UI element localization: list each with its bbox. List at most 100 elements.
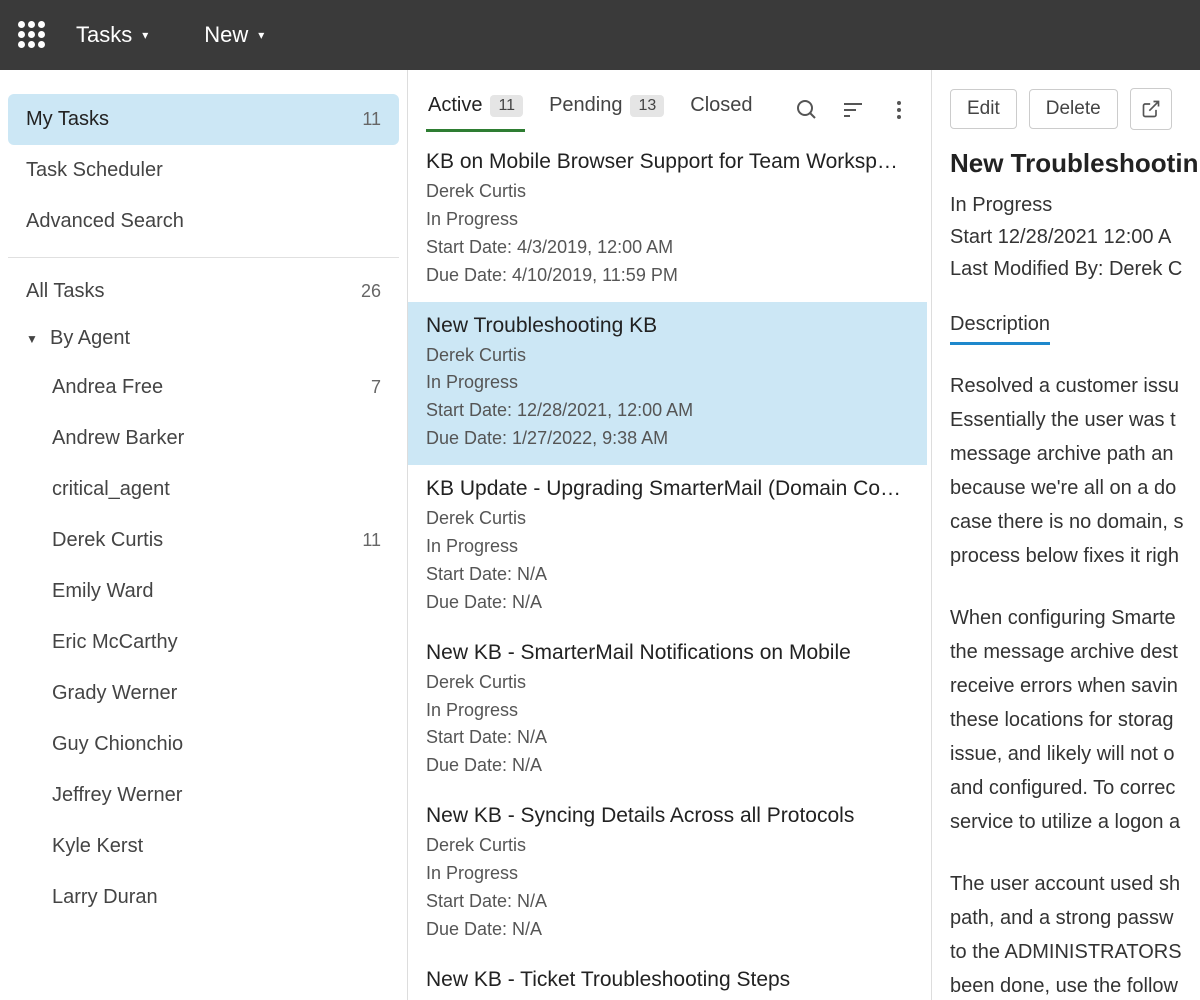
description-body: Resolved a customer issu Essentially the…: [950, 369, 1200, 1000]
apps-icon[interactable]: [18, 21, 46, 49]
sidebar-agent-item[interactable]: Larry Duran: [8, 872, 399, 923]
detail-actions: Edit Delete: [950, 88, 1200, 130]
tasks-menu[interactable]: Tasks ▾: [62, 14, 162, 56]
tab-pending-count: 13: [630, 95, 664, 117]
task-list[interactable]: KB on Mobile Browser Support for Team Wo…: [408, 138, 931, 1000]
task-list-column: Active 11 Pending 13 Closed KB on Mobile…: [408, 70, 932, 1000]
sidebar-agent-name: Eric McCarthy: [52, 631, 178, 654]
desc-line: issue, and likely will not o: [950, 743, 1175, 765]
detail-start: Start 12/28/2021 12:00 A: [950, 221, 1200, 253]
task-meta: Derek CurtisIn ProgressStart Date: N/ADu…: [426, 996, 909, 1000]
search-icon[interactable]: [787, 90, 827, 130]
sidebar-agent-item[interactable]: Derek Curtis 11: [8, 515, 399, 566]
sidebar-item-label: Task Scheduler: [26, 159, 163, 182]
sidebar-agent-name: Emily Ward: [52, 580, 153, 603]
detail-modified: Last Modified By: Derek C: [950, 253, 1200, 285]
sidebar-agent-item[interactable]: critical_agent: [8, 464, 399, 515]
sidebar-agent-name: Andrea Free: [52, 376, 163, 399]
sidebar-agent-count: 7: [371, 377, 381, 398]
task-meta: Derek CurtisIn ProgressStart Date: 4/3/2…: [426, 178, 909, 290]
desc-line: service to utilize a logon a: [950, 811, 1180, 833]
desc-line: path, and a strong passw: [950, 907, 1173, 929]
sidebar-agent-name: critical_agent: [52, 478, 170, 501]
task-item[interactable]: New Troubleshooting KB Derek CurtisIn Pro…: [408, 302, 927, 466]
sidebar-agent-item[interactable]: Andrew Barker: [8, 413, 399, 464]
desc-line: these locations for storag: [950, 709, 1173, 731]
sidebar-agent-item[interactable]: Grady Werner: [8, 668, 399, 719]
sidebar-agent-name: Grady Werner: [52, 682, 177, 705]
more-icon[interactable]: [879, 90, 919, 130]
tasks-menu-label: Tasks: [76, 22, 132, 48]
task-title: New KB - SmarterMail Notifications on Mo…: [426, 641, 909, 665]
sidebar-agent-name: Larry Duran: [52, 886, 158, 909]
sidebar-agent-item[interactable]: Emily Ward: [8, 566, 399, 617]
task-meta: Derek CurtisIn ProgressStart Date: N/ADu…: [426, 669, 909, 781]
detail-pane: Edit Delete New Troubleshootin In Progre…: [932, 70, 1200, 1000]
desc-line: been done, use the follow: [950, 975, 1178, 997]
task-item[interactable]: New KB - Syncing Details Across all Prot…: [408, 792, 927, 956]
desc-line: process below fixes it righ: [950, 545, 1179, 567]
topbar: Tasks ▾ New ▾: [0, 0, 1200, 70]
task-item[interactable]: New KB - SmarterMail Notifications on Mo…: [408, 629, 927, 793]
sidebar-item[interactable]: My Tasks 11: [8, 94, 399, 145]
delete-button[interactable]: Delete: [1029, 89, 1118, 129]
task-title: New KB - Syncing Details Across all Prot…: [426, 804, 909, 828]
desc-line: to the ADMINISTRATORS: [950, 941, 1182, 963]
desc-line: receive errors when savin: [950, 675, 1178, 697]
sidebar-agent-item[interactable]: Eric McCarthy: [8, 617, 399, 668]
task-title: New Troubleshooting KB: [426, 314, 909, 338]
task-item[interactable]: KB Update - Upgrading SmarterMail (Domai…: [408, 465, 927, 629]
sidebar-agent-name: Guy Chionchio: [52, 733, 183, 756]
task-item[interactable]: New KB - Ticket Troubleshooting Steps Der…: [408, 956, 927, 1000]
task-title: KB on Mobile Browser Support for Team Wo…: [426, 150, 909, 174]
desc-line: case there is no domain, s: [950, 511, 1183, 533]
desc-line: and configured. To correc: [950, 777, 1175, 799]
sidebar-by-agent-label: By Agent: [50, 327, 130, 350]
sidebar-divider: [8, 257, 399, 258]
tab-active[interactable]: Active 11: [426, 88, 525, 132]
sidebar-all-tasks-label: All Tasks: [26, 280, 105, 303]
sidebar-by-agent[interactable]: ▼ By Agent: [8, 315, 399, 362]
desc-line: message archive path an: [950, 443, 1173, 465]
sidebar-agent-name: Kyle Kerst: [52, 835, 143, 858]
task-meta: Derek CurtisIn ProgressStart Date: N/ADu…: [426, 832, 909, 944]
description-heading: Description: [950, 313, 1050, 345]
tab-pending-label: Pending: [549, 94, 622, 117]
sidebar-agent-item[interactable]: Kyle Kerst: [8, 821, 399, 872]
tab-active-label: Active: [428, 94, 482, 117]
sidebar-all-tasks[interactable]: All Tasks 26: [8, 268, 399, 315]
desc-line: Essentially the user was t: [950, 409, 1176, 431]
sidebar-item-label: My Tasks: [26, 108, 109, 131]
sidebar-agent-item[interactable]: Andrea Free 7: [8, 362, 399, 413]
detail-status: In Progress: [950, 189, 1200, 221]
sidebar-item-count: 11: [362, 109, 381, 130]
tab-pending[interactable]: Pending 13: [547, 88, 666, 132]
detail-title: New Troubleshootin: [950, 148, 1200, 179]
sidebar-all-tasks-count: 26: [361, 281, 381, 302]
sidebar-agent-name: Derek Curtis: [52, 529, 163, 552]
sidebar: My Tasks11Task SchedulerAdvanced Search …: [0, 70, 408, 1000]
task-meta: Derek CurtisIn ProgressStart Date: 12/28…: [426, 342, 909, 454]
sidebar-item-label: Advanced Search: [26, 210, 184, 233]
sidebar-agent-count: 11: [362, 530, 381, 551]
desc-line: When configuring Smarte: [950, 607, 1176, 629]
new-menu-label: New: [204, 22, 248, 48]
sort-icon[interactable]: [833, 90, 873, 130]
sidebar-agent-item[interactable]: Jeffrey Werner: [8, 770, 399, 821]
caret-down-icon: ▾: [142, 28, 148, 42]
sidebar-agent-name: Andrew Barker: [52, 427, 184, 450]
task-title: New KB - Ticket Troubleshooting Steps: [426, 968, 909, 992]
sidebar-agent-item[interactable]: Guy Chionchio: [8, 719, 399, 770]
open-external-icon[interactable]: [1130, 88, 1172, 130]
sidebar-item[interactable]: Advanced Search: [8, 196, 399, 247]
tab-closed[interactable]: Closed: [688, 88, 754, 132]
task-meta: Derek CurtisIn ProgressStart Date: N/ADu…: [426, 505, 909, 617]
sidebar-item[interactable]: Task Scheduler: [8, 145, 399, 196]
new-menu[interactable]: New ▾: [190, 14, 278, 56]
edit-button[interactable]: Edit: [950, 89, 1017, 129]
tabs-row: Active 11 Pending 13 Closed: [408, 70, 931, 138]
tab-active-count: 11: [490, 95, 523, 117]
tab-closed-label: Closed: [690, 94, 752, 117]
task-item[interactable]: KB on Mobile Browser Support for Team Wo…: [408, 138, 927, 302]
sidebar-agent-name: Jeffrey Werner: [52, 784, 182, 807]
